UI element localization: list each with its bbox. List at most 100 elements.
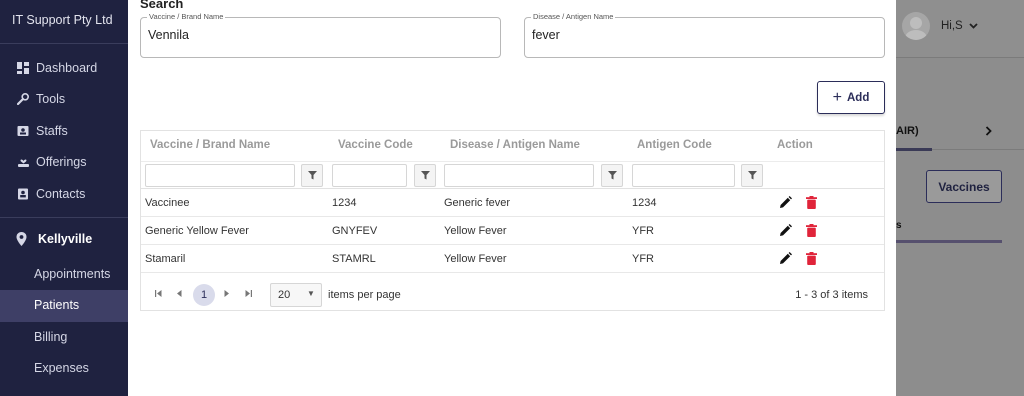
disease-name-field: Disease / Antigen Name <box>524 12 885 58</box>
filter-button[interactable] <box>301 164 323 187</box>
sidebar-item-label: Staffs <box>36 123 68 138</box>
add-button-label: Add <box>846 91 870 104</box>
background-tab[interactable]: AIR) <box>896 125 1024 137</box>
row-actions <box>777 194 829 210</box>
sidebar-item-label: Contacts <box>36 186 86 201</box>
edit-icon[interactable] <box>777 194 793 210</box>
background-tab-fragment: s <box>896 220 902 231</box>
cell-vaccine-code: GNYFEV <box>332 225 378 237</box>
column-header[interactable]: Vaccine Code <box>338 139 413 151</box>
grid-header: Vaccine / Brand Name Vaccine Code Diseas… <box>141 131 884 161</box>
cell-antigen-code: 1234 <box>632 197 657 209</box>
filter-icon <box>307 169 317 183</box>
sidebar-item-billing[interactable]: Billing <box>0 322 128 354</box>
sidebar-item-label: Tools <box>36 92 66 107</box>
cell-disease-name: Yellow Fever <box>444 225 507 237</box>
filter-button[interactable] <box>741 164 763 187</box>
filter-icon <box>607 169 617 183</box>
hand-heart-icon <box>16 155 30 169</box>
sidebar-item-dashboard[interactable]: Dashboard <box>0 52 128 84</box>
column-header: Action <box>777 139 813 151</box>
filter-icon <box>420 169 430 183</box>
cell-disease-name: Yellow Fever <box>444 253 507 265</box>
table-row: Vaccinee 1234 Generic fever 1234 <box>141 189 884 217</box>
vaccine-name-field: Vaccine / Brand Name <box>140 12 501 58</box>
filter-input[interactable] <box>444 164 594 187</box>
edit-icon[interactable] <box>777 250 793 266</box>
sidebar-divider <box>0 216 128 218</box>
vaccine-grid: Vaccine / Brand Name Vaccine Code Diseas… <box>140 130 885 311</box>
field-label: Vaccine / Brand Name <box>147 12 226 22</box>
items-per-page-label: items per page <box>328 289 401 301</box>
edit-icon[interactable] <box>777 222 793 238</box>
background-page: Hi,S AIR) Vaccines s <box>896 0 1024 396</box>
disease-name-input[interactable] <box>532 28 856 42</box>
column-header[interactable]: Disease / Antigen Name <box>450 139 580 151</box>
column-header[interactable]: Vaccine / Brand Name <box>150 139 270 151</box>
map-pin-icon <box>16 231 30 246</box>
sidebar-item-contacts[interactable]: Contacts <box>0 178 128 210</box>
cell-vaccine-name: Generic Yellow Fever <box>145 225 249 237</box>
modal-title: Search <box>140 0 184 11</box>
cell-vaccine-name: Stamaril <box>145 253 186 265</box>
field-label: Disease / Antigen Name <box>531 12 616 22</box>
vaccine-search-modal: Search Vaccine / Brand Name Disease / An… <box>128 0 896 396</box>
filter-button[interactable] <box>601 164 623 187</box>
pager: 1 20 ▼ items per page 1 - 3 of 3 items <box>141 277 884 311</box>
filter-row <box>141 161 884 189</box>
add-button[interactable]: + Add <box>817 81 885 114</box>
cell-vaccine-code: STAMRL <box>332 253 376 265</box>
filter-input[interactable] <box>632 164 735 187</box>
contact-book-icon <box>16 187 30 201</box>
row-actions <box>777 250 829 266</box>
vaccines-button[interactable]: Vaccines <box>926 170 1002 203</box>
tab-indicator <box>896 148 932 151</box>
page-range-text: 1 - 3 of 3 items <box>795 289 868 301</box>
table-row: Stamaril STAMRL Yellow Fever YFR <box>141 245 884 273</box>
previous-page-icon[interactable] <box>177 289 182 299</box>
tab-divider <box>932 149 1024 150</box>
sidebar: IT Support Pty Ltd Dashboard Tools Staff… <box>0 0 128 396</box>
table-row: Generic Yellow Fever GNYFEV Yellow Fever… <box>141 217 884 245</box>
location-name: Kellyville <box>38 231 93 246</box>
cell-antigen-code: YFR <box>632 225 654 237</box>
cell-antigen-code: YFR <box>632 253 654 265</box>
location-selector[interactable]: Kellyville <box>0 224 128 254</box>
brand-name: IT Support Pty Ltd <box>0 0 128 44</box>
last-page-icon[interactable] <box>245 289 252 299</box>
sidebar-nav: Dashboard Tools Staffs Offerings Contact… <box>0 52 128 210</box>
sidebar-item-label: Dashboard <box>36 60 98 75</box>
filter-input[interactable] <box>145 164 295 187</box>
chevron-down-icon <box>969 20 978 32</box>
first-page-icon[interactable] <box>155 289 162 299</box>
column-header[interactable]: Antigen Code <box>637 139 712 151</box>
sidebar-item-expenses[interactable]: Expenses <box>0 353 128 385</box>
sidebar-item-label: Offerings <box>36 155 87 170</box>
page-size-select[interactable]: 20 ▼ <box>270 283 322 307</box>
avatar[interactable] <box>902 12 930 40</box>
caret-down-icon: ▼ <box>307 289 315 298</box>
sidebar-item-offerings[interactable]: Offerings <box>0 147 128 179</box>
sidebar-item-staffs[interactable]: Staffs <box>0 115 128 147</box>
greeting-text: Hi,S <box>941 20 963 32</box>
vaccine-name-input[interactable] <box>148 28 472 42</box>
id-card-icon <box>16 124 30 138</box>
background-tab-label: AIR) <box>896 125 919 137</box>
filter-button[interactable] <box>414 164 436 187</box>
sidebar-item-tools[interactable]: Tools <box>0 84 128 116</box>
delete-icon[interactable] <box>803 194 819 210</box>
row-actions <box>777 222 829 238</box>
tab-indicator <box>896 240 1002 243</box>
chevron-right-icon <box>985 125 992 139</box>
next-page-icon[interactable] <box>224 289 229 299</box>
cell-disease-name: Generic fever <box>444 197 511 209</box>
filter-icon <box>747 169 757 183</box>
sidebar-item-patients[interactable]: Patients <box>0 290 128 322</box>
sidebar-item-appointments[interactable]: Appointments <box>0 259 128 291</box>
plus-icon: + <box>832 88 842 106</box>
filter-input[interactable] <box>332 164 407 187</box>
user-menu[interactable]: Hi,S <box>941 20 978 32</box>
current-page-button[interactable]: 1 <box>193 284 215 306</box>
delete-icon[interactable] <box>803 250 819 266</box>
delete-icon[interactable] <box>803 222 819 238</box>
